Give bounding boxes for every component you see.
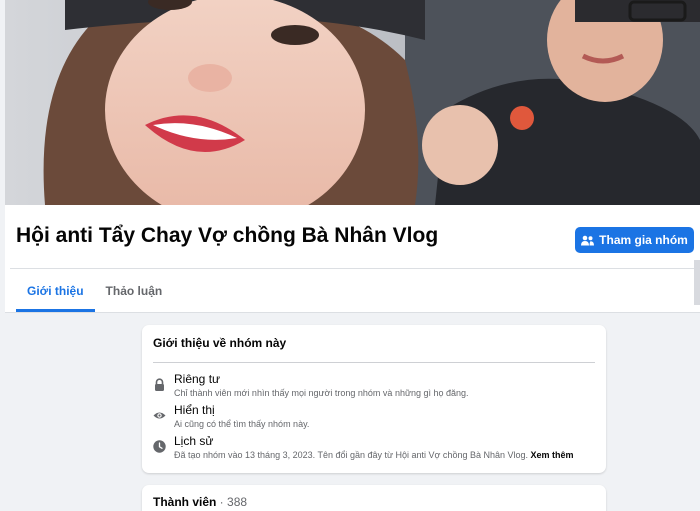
- visibility-info: Hiển thị Ai cũng có thể tìm thấy nhóm nà…: [153, 403, 595, 433]
- about-group-card: Giới thiệu về nhóm này Riêng tư Chỉ thàn…: [142, 325, 606, 473]
- privacy-title: Riêng tư: [174, 372, 221, 386]
- about-card-title: Giới thiệu về nhóm này: [153, 336, 287, 350]
- tab-discussion-label: Thảo luận: [105, 283, 163, 298]
- people-icon: [581, 235, 595, 245]
- history-description-text: Đã tạo nhóm vào 13 tháng 3, 2023. Tên đổ…: [174, 450, 531, 460]
- history-description: Đã tạo nhóm vào 13 tháng 3, 2023. Tên đổ…: [174, 450, 574, 460]
- history-info: Lịch sử Đã tạo nhóm vào 13 tháng 3, 2023…: [153, 434, 595, 464]
- privacy-description: Chỉ thành viên mới nhìn thấy mọi người t…: [174, 388, 469, 398]
- tab-about[interactable]: Giới thiệu: [16, 269, 95, 312]
- about-card-divider: [153, 362, 595, 363]
- visibility-title: Hiển thị: [174, 403, 215, 417]
- visibility-description: Ai cũng có thể tìm thấy nhóm này.: [174, 419, 310, 429]
- scrollbar-edge[interactable]: [694, 260, 700, 305]
- cover-photo-image: [5, 0, 700, 205]
- privacy-info: Riêng tư Chỉ thành viên mới nhìn thấy mọ…: [153, 372, 595, 402]
- history-title: Lịch sử: [174, 434, 214, 448]
- tab-about-label: Giới thiệu: [27, 283, 84, 298]
- tab-discussion[interactable]: Thảo luận: [95, 269, 174, 312]
- join-group-label: Tham gia nhóm: [599, 233, 688, 247]
- group-cover-photo[interactable]: [5, 0, 700, 205]
- members-separator: ·: [216, 495, 228, 509]
- members-count: 388: [227, 495, 248, 509]
- members-card: Thành viên · 388: [142, 485, 606, 511]
- lock-icon: [155, 378, 164, 391]
- group-tabs: Giới thiệu Thảo luận: [16, 269, 173, 312]
- group-header: Hội anti Tẩy Chay Vợ chồng Bà Nhân Vlog …: [5, 205, 700, 312]
- join-group-button[interactable]: Tham gia nhóm: [575, 227, 694, 253]
- members-label: Thành viên: [153, 495, 217, 509]
- members-title: Thành viên · 388: [153, 495, 247, 509]
- header-bottom-border: [5, 312, 700, 313]
- group-name: Hội anti Tẩy Chay Vợ chồng Bà Nhân Vlog: [16, 224, 439, 247]
- clock-icon: [153, 440, 166, 453]
- see-more-link[interactable]: Xem thêm: [531, 450, 574, 460]
- eye-icon: [153, 412, 166, 419]
